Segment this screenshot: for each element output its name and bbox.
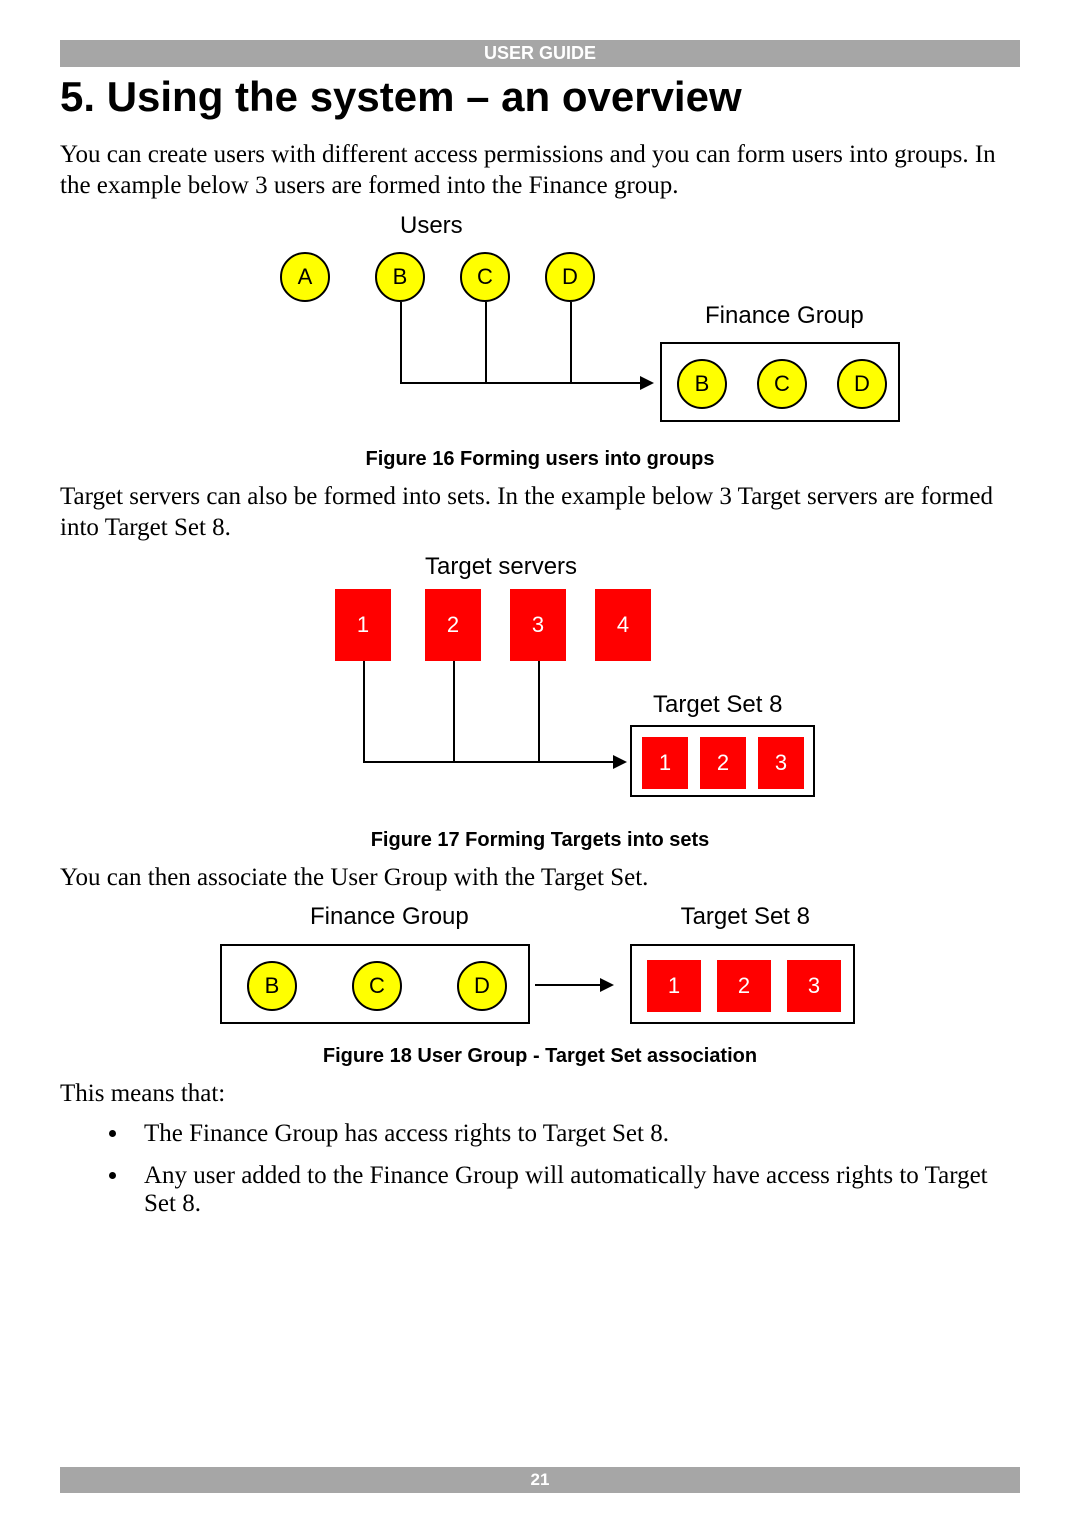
target-set-box: 1 2 3: [630, 725, 815, 797]
user-d-icon: D: [545, 252, 595, 302]
means-that: This means that:: [60, 1078, 1020, 1109]
fig18-server-3-icon: 3: [787, 960, 841, 1012]
finance-group-label: Finance Group: [705, 302, 864, 330]
fig18-server-1-icon: 1: [647, 960, 701, 1012]
fig18-user-d-icon: D: [457, 961, 507, 1011]
fig18-finance-group-box: B C D: [220, 944, 530, 1024]
figure-16-caption: Figure 16 Forming users into groups: [60, 448, 1020, 471]
finance-group-box: B C D: [660, 342, 900, 422]
bullet-list: The Finance Group has access rights to T…: [130, 1120, 1020, 1218]
users-label: Users: [400, 212, 463, 240]
figure-16-diagram: Users A B C D Finance Group B C D: [180, 212, 900, 442]
intro-paragraph-2: Target servers can also be formed into s…: [60, 481, 1020, 544]
fig18-user-b-icon: B: [247, 961, 297, 1011]
page-title: 5. Using the system – an overview: [60, 73, 1020, 121]
fig18-user-c-icon: C: [352, 961, 402, 1011]
user-b-icon: B: [375, 252, 425, 302]
group-user-c-icon: C: [757, 359, 807, 409]
intro-paragraph-3: You can then associate the User Group wi…: [60, 862, 1020, 893]
bullet-1: The Finance Group has access rights to T…: [130, 1120, 1020, 1148]
arrow-icon: [600, 978, 614, 992]
server-4-icon: 4: [595, 589, 651, 661]
figure-17-diagram: Target servers 1 2 3 4 Target Set 8 1 2 …: [235, 553, 845, 823]
server-1-icon: 1: [335, 589, 391, 661]
target-set-label: Target Set 8: [653, 691, 782, 719]
group-user-d-icon: D: [837, 359, 887, 409]
user-c-icon: C: [460, 252, 510, 302]
group-user-b-icon: B: [677, 359, 727, 409]
user-a-icon: A: [280, 252, 330, 302]
set-server-2-icon: 2: [700, 737, 746, 789]
arrow-icon: [613, 755, 627, 769]
header-bar: USER GUIDE: [60, 40, 1020, 67]
figure-17-caption: Figure 17 Forming Targets into sets: [60, 829, 1020, 852]
set-server-3-icon: 3: [758, 737, 804, 789]
fig18-target-set-box: 1 2 3: [630, 944, 855, 1024]
intro-paragraph-1: You can create users with different acce…: [60, 139, 1020, 202]
fig18-set-label: Target Set 8: [681, 903, 810, 931]
set-server-1-icon: 1: [642, 737, 688, 789]
figure-18-diagram: B C D 1 2 3: [220, 939, 860, 1039]
figure-18-caption: Figure 18 User Group - Target Set associ…: [60, 1045, 1020, 1068]
fig18-group-label: Finance Group: [310, 903, 469, 931]
arrow-icon: [640, 376, 654, 390]
server-2-icon: 2: [425, 589, 481, 661]
target-servers-label: Target servers: [425, 553, 577, 581]
fig18-server-2-icon: 2: [717, 960, 771, 1012]
bullet-2: Any user added to the Finance Group will…: [130, 1162, 1020, 1218]
footer-page-number: 21: [60, 1467, 1020, 1493]
server-3-icon: 3: [510, 589, 566, 661]
